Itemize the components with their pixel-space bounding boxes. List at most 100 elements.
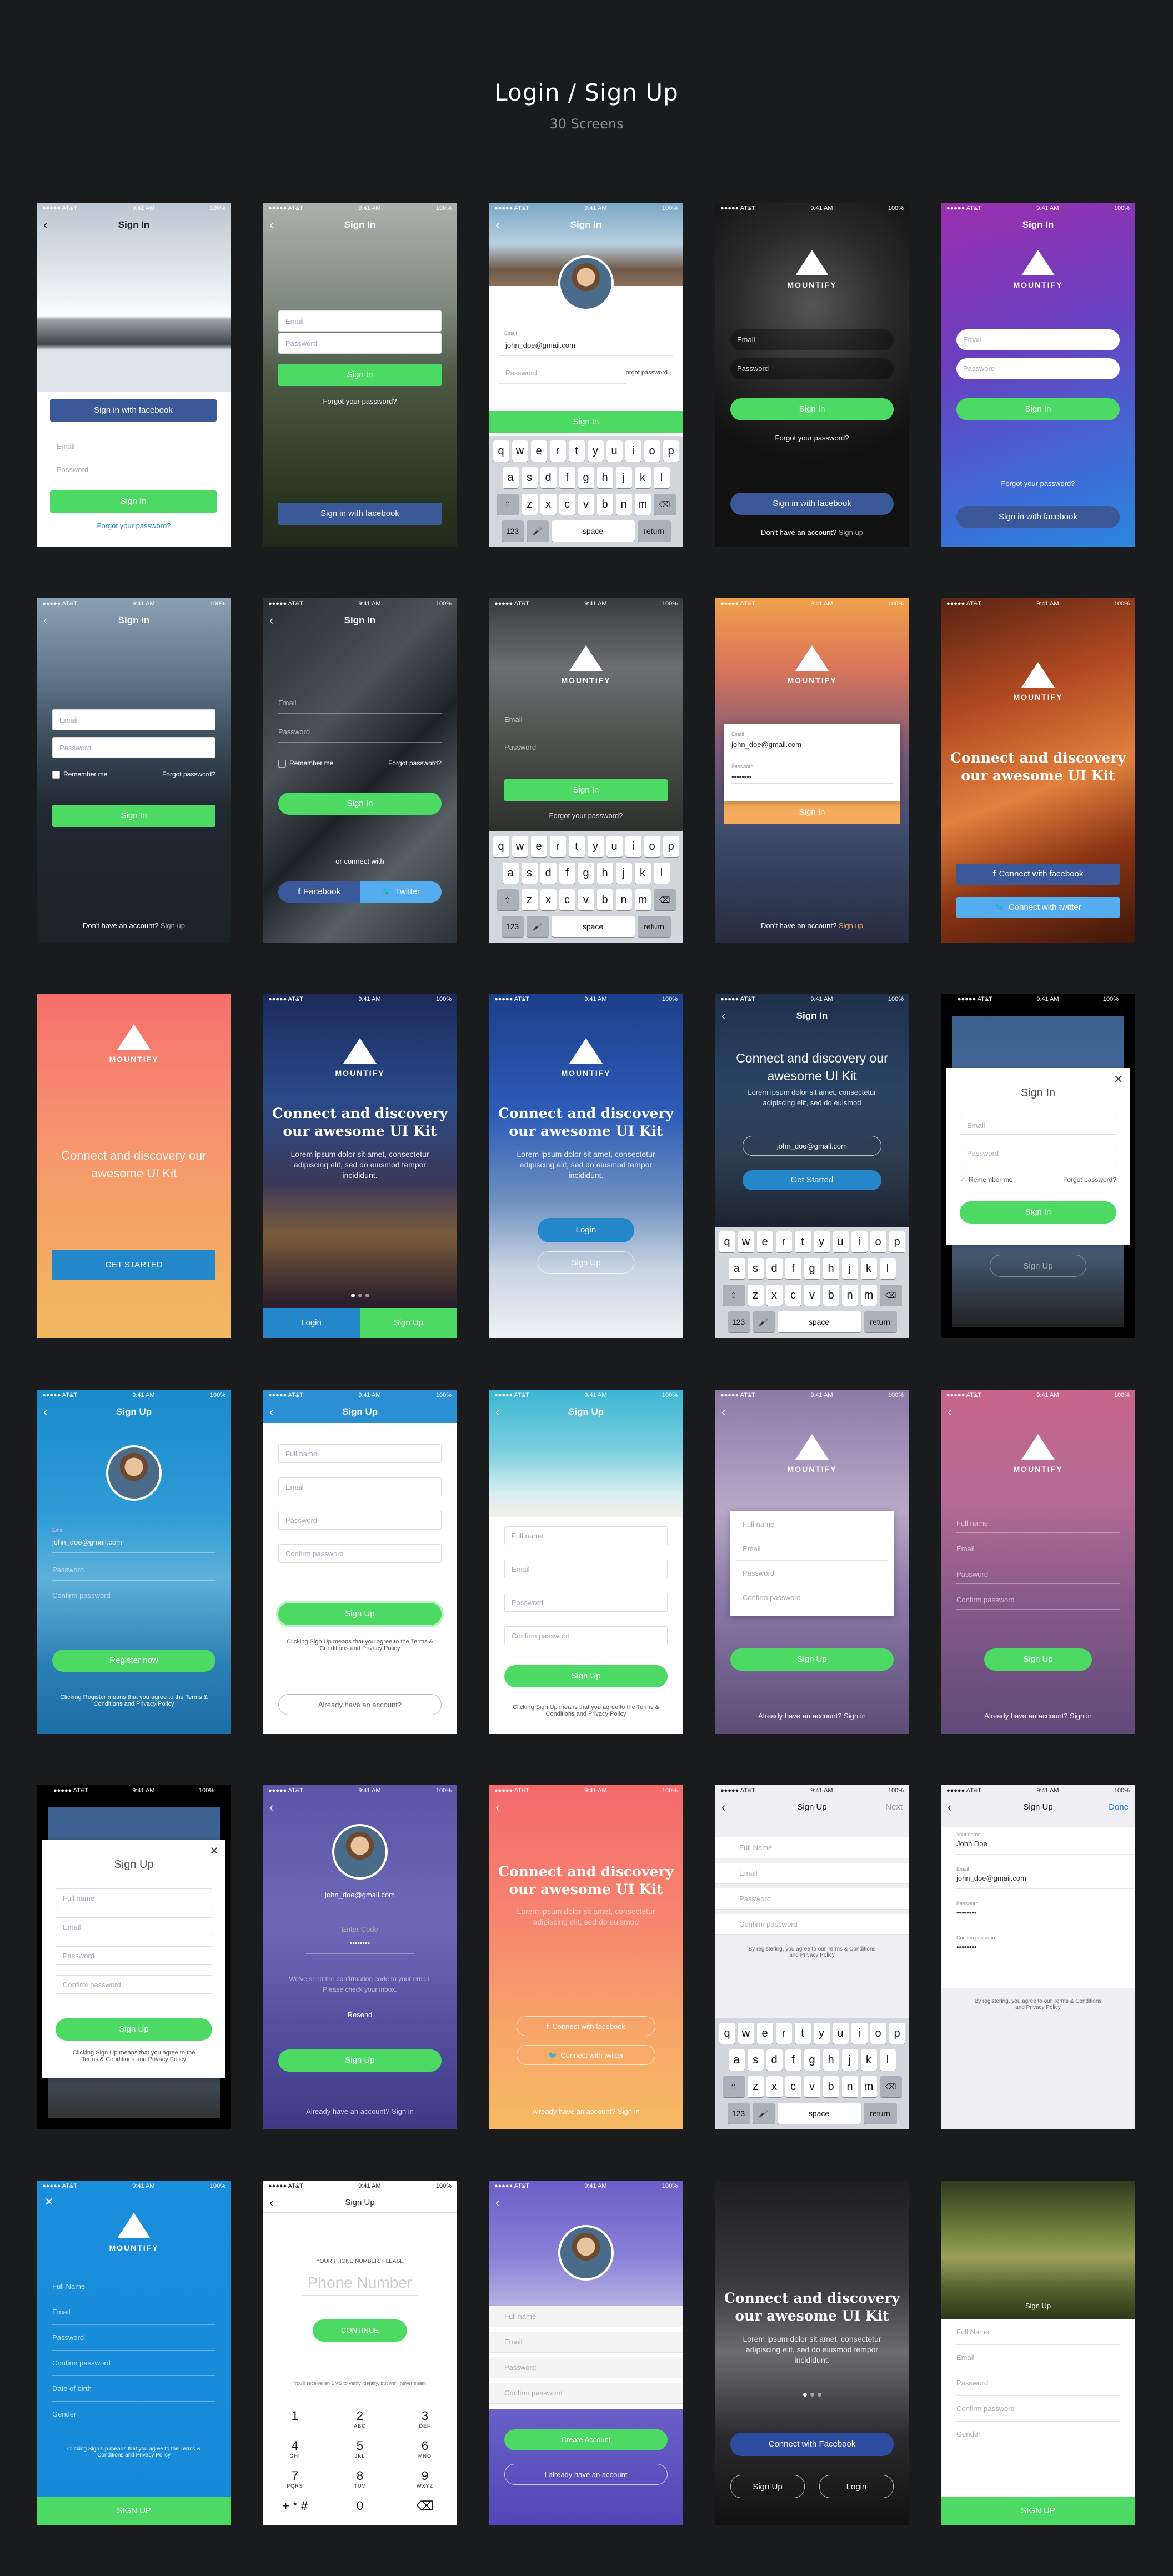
name-field[interactable]: John Doe <box>956 1840 987 1848</box>
return-key[interactable]: return <box>863 2103 897 2124</box>
key-x[interactable]: x <box>766 1285 783 1306</box>
key-o[interactable]: o <box>870 1231 886 1252</box>
email-field[interactable]: john_doe@gmail.com <box>956 1874 1026 1882</box>
register-button[interactable]: Register now <box>52 1650 215 1672</box>
numbers-key[interactable]: 123 <box>727 2103 750 2124</box>
confirm-password-input[interactable]: Confirm password <box>715 1914 909 1935</box>
numpad-key[interactable]: 0 <box>328 2495 392 2524</box>
facebook-signin-button[interactable]: Sign in with facebook <box>278 503 442 525</box>
forgot-password-link[interactable]: Forgot your password? <box>489 811 683 820</box>
key-s[interactable]: s <box>521 467 538 488</box>
key-f[interactable]: f <box>785 1258 801 1279</box>
key-j[interactable]: j <box>615 863 632 884</box>
facebook-button[interactable]: f Facebook <box>278 881 360 903</box>
key-j[interactable]: j <box>841 1258 858 1279</box>
facebook-signin-button[interactable]: Sign in with facebook <box>730 493 894 515</box>
key-k[interactable]: k <box>860 1258 877 1279</box>
key-b[interactable]: b <box>596 494 613 515</box>
already-have-account-button[interactable]: Already have an account? <box>278 1694 442 1715</box>
full-name-input[interactable]: Full name <box>956 1514 1120 1533</box>
field-password[interactable]: Password <box>956 2370 1120 2396</box>
space-key[interactable]: space <box>777 2103 861 2124</box>
confirm-password-input[interactable]: Confirm password <box>278 1544 442 1563</box>
password-input[interactable]: Password <box>504 1593 668 1612</box>
email-input[interactable]: Email <box>715 1863 909 1884</box>
connect-twitter-button[interactable]: 🐦 Connect with twitter <box>956 897 1120 918</box>
key-n[interactable]: n <box>615 494 632 515</box>
numbers-key[interactable]: 123 <box>501 520 524 542</box>
email-input[interactable]: Email <box>56 1917 212 1936</box>
key-s[interactable]: s <box>521 863 538 884</box>
key-j[interactable]: j <box>841 2049 858 2071</box>
key-z[interactable]: z <box>747 1285 764 1306</box>
sign-in-button[interactable]: Sign In <box>50 490 217 513</box>
key-f[interactable]: f <box>785 2049 801 2071</box>
numpad-key[interactable]: 5 JKL <box>328 2435 392 2464</box>
password-input[interactable]: Password <box>956 1565 1120 1584</box>
shift-key[interactable]: ⇧ <box>496 889 519 910</box>
key-e[interactable]: e <box>530 836 547 857</box>
key-a[interactable]: a <box>728 1258 745 1279</box>
back-icon[interactable]: ‹ <box>269 2193 273 2213</box>
field-confirm-password[interactable]: Confirm password <box>52 2351 215 2376</box>
key-z[interactable]: z <box>521 494 538 515</box>
password-input[interactable]: Password <box>278 333 442 354</box>
forgot-password-link[interactable]: Forgot password? <box>162 770 215 778</box>
sign-up-button[interactable]: Sign Up <box>278 1603 442 1625</box>
field-email[interactable]: Email <box>52 2299 215 2325</box>
key-w[interactable]: w <box>512 440 528 462</box>
full-name-input[interactable]: Full name <box>489 2306 683 2327</box>
close-icon[interactable]: ✕ <box>209 1844 219 1858</box>
key-t[interactable]: t <box>794 1231 811 1252</box>
back-icon[interactable]: ‹ <box>495 1797 499 1817</box>
sign-up-link[interactable]: Sign up <box>161 921 185 930</box>
confirm-password-input[interactable]: Confirm password <box>489 2383 683 2404</box>
key-j[interactable]: j <box>615 467 632 488</box>
mic-key[interactable]: 🎤 <box>526 916 549 937</box>
key-o[interactable]: o <box>870 2023 886 2044</box>
key-z[interactable]: z <box>521 889 538 910</box>
field-password[interactable]: Password <box>52 2325 215 2351</box>
key-q[interactable]: q <box>493 440 509 462</box>
key-e[interactable]: e <box>756 2023 773 2044</box>
password-input[interactable]: •••••••• <box>731 770 893 784</box>
confirm-password-input[interactable]: Confirm password <box>956 1591 1120 1610</box>
back-icon[interactable]: ‹ <box>269 1402 273 1422</box>
numpad-key[interactable]: 2 ABC <box>328 2405 392 2434</box>
email-input[interactable]: Email <box>489 2332 683 2353</box>
key-k[interactable]: k <box>634 863 651 884</box>
confirm-password-input[interactable]: Confirm password <box>56 1975 212 1994</box>
key-g[interactable]: g <box>804 1258 820 1279</box>
field-full-name[interactable]: Full Name <box>956 2319 1120 2345</box>
space-key[interactable]: space <box>551 520 635 542</box>
key-i[interactable]: i <box>851 2023 868 2044</box>
email-input[interactable]: Email <box>278 310 442 332</box>
key-a[interactable]: a <box>728 2049 745 2071</box>
key-v[interactable]: v <box>578 889 594 910</box>
sign-in-button[interactable]: Sign In <box>730 398 894 420</box>
key-q[interactable]: q <box>493 836 509 857</box>
key-g[interactable]: g <box>804 2049 820 2071</box>
space-key[interactable]: space <box>777 1311 861 1332</box>
forgot-password-link[interactable]: Forgot your password? <box>263 397 457 405</box>
forgot-password-link[interactable]: Forgot your password? <box>941 479 1135 488</box>
full-name-input[interactable]: Full name <box>56 1888 212 1907</box>
sign-up-button[interactable]: Sign Up <box>730 1648 894 1671</box>
full-name-input[interactable]: Full Name <box>715 1837 909 1858</box>
back-icon[interactable]: ‹ <box>495 2193 499 2213</box>
numpad-key[interactable]: 4 GHI <box>263 2435 327 2464</box>
login-button[interactable]: Login <box>263 1308 360 1338</box>
key-d[interactable]: d <box>540 863 557 884</box>
remember-me-checkbox[interactable]: ✓ Remember me <box>960 1176 1012 1184</box>
twitter-button[interactable]: 🐦 Twitter <box>360 881 442 903</box>
key-m[interactable]: m <box>634 494 651 515</box>
key-y[interactable]: y <box>813 1231 830 1252</box>
field-gender[interactable]: Gender <box>956 2422 1120 2447</box>
key-l[interactable]: l <box>653 863 670 884</box>
field-confirm-password[interactable]: Confirm password <box>956 2396 1120 2422</box>
key-m[interactable]: m <box>634 889 651 910</box>
field-email[interactable]: Email <box>956 2345 1120 2370</box>
delete-key[interactable]: ⌫ <box>653 494 676 515</box>
key-c[interactable]: c <box>559 889 575 910</box>
email-input[interactable]: Email <box>504 709 668 730</box>
